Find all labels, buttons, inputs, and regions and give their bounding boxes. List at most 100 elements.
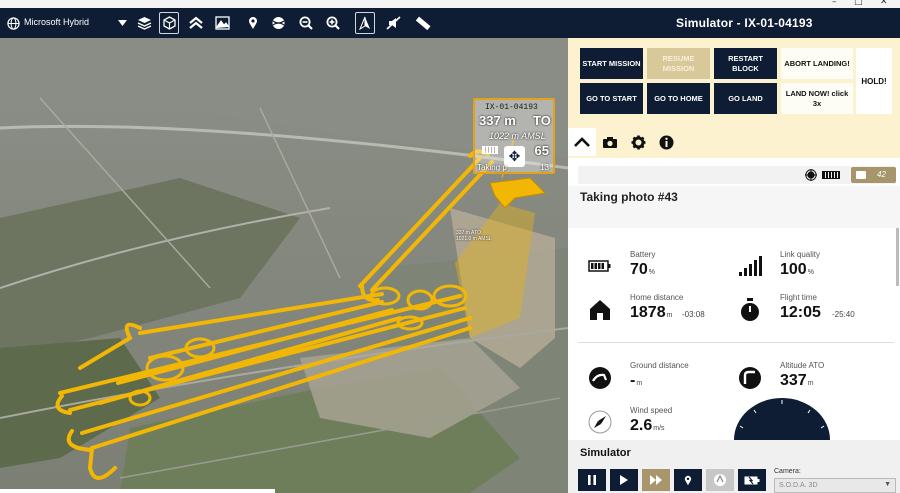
move-icon[interactable]: ✥ <box>504 146 525 167</box>
home-distance-value: 1878m <box>630 304 672 322</box>
start-mission-button[interactable]: START MISSION <box>580 48 643 79</box>
chevron-up-icon <box>574 137 590 147</box>
home-distance-unit: m <box>666 312 673 319</box>
gear-icon <box>631 135 645 149</box>
battery-icon <box>482 146 498 154</box>
camera-select-value: S.O.D.A. 3D <box>779 482 818 489</box>
compass-icon[interactable] <box>355 12 375 34</box>
link-number: 100 <box>780 261 807 278</box>
go-to-home-button[interactable]: GO TO HOME <box>647 83 710 114</box>
map-layer-name[interactable]: Microsoft Hybrid <box>24 17 89 27</box>
fast-forward-icon <box>650 475 662 485</box>
camera-select[interactable]: S.O.D.A. 3D ▼ <box>774 478 896 493</box>
drone-photo-num: 13 <box>540 163 549 172</box>
terrain-icon[interactable] <box>212 12 232 34</box>
camera-tab[interactable] <box>596 128 624 156</box>
photo-status-text: Taking photo #43 <box>580 190 678 204</box>
battery-small-icon <box>822 171 840 179</box>
home-icon <box>586 296 614 324</box>
pin-icon <box>684 475 692 485</box>
zoom-out-icon[interactable] <box>296 12 316 34</box>
altitude-icon <box>736 364 764 392</box>
info-tab[interactable] <box>652 128 680 156</box>
ruler-icon[interactable] <box>413 12 433 34</box>
section-divider <box>578 342 894 343</box>
minimize-icon[interactable]: – <box>832 0 837 7</box>
play-button[interactable] <box>610 469 638 491</box>
camera-label: Camera: <box>774 468 801 475</box>
flight-time-label: Flight time <box>780 293 817 302</box>
map-view[interactable]: IX-01-04193 337 m TO 1022 m AMSL ✥ 65 Ta… <box>0 38 568 493</box>
chevron-down-icon: ▼ <box>884 481 891 488</box>
3d-cube-icon[interactable] <box>159 12 179 34</box>
dropdown-icon[interactable] <box>112 12 132 34</box>
drone-big-value: 65 <box>534 143 549 158</box>
go-to-start-button[interactable]: GO TO START <box>580 83 643 114</box>
map-bottom-strip <box>0 489 275 493</box>
ground-distance-label: Ground distance <box>630 361 689 370</box>
marker-label-line2: 1021.0 m AMSL <box>456 236 492 242</box>
home-distance-label: Home distance <box>630 293 684 302</box>
scrollbar[interactable] <box>896 228 899 286</box>
camera-icon <box>603 136 617 148</box>
fast-forward-button[interactable] <box>642 469 670 491</box>
satellite-icon[interactable] <box>268 12 288 34</box>
chevron-up-icon[interactable] <box>186 12 206 34</box>
marker-label: 337 m ATO 1021.0 m AMSL <box>456 230 504 242</box>
restart-block-button[interactable]: RESTART BLOCK <box>714 48 777 79</box>
map-toolbar: Microsoft Hybrid <box>0 8 568 38</box>
status-bar <box>578 166 896 184</box>
drone-taking-text: Taking p <box>477 163 507 172</box>
battery-unit: % <box>648 269 656 276</box>
stopwatch-icon <box>736 296 764 324</box>
simulator-title: Simulator <box>580 447 631 459</box>
home-distance-eta: -03:08 <box>682 310 705 319</box>
go-land-button[interactable]: GO LAND <box>714 83 777 114</box>
photo-count: 42 <box>877 170 886 179</box>
ground-distance-number: - <box>630 372 636 389</box>
pin-icon[interactable] <box>243 12 263 34</box>
drone-ato-tag: TO <box>533 113 551 128</box>
window-title: Simulator - IX-01-04193 <box>676 16 813 30</box>
drone-info-card[interactable]: IX-01-04193 337 m TO 1022 m AMSL ✥ 65 Ta… <box>473 98 555 174</box>
altitude-value: 337m <box>780 372 814 390</box>
battery-icon <box>586 252 614 280</box>
title-bar: Simulator - IX-01-04193 <box>568 8 900 38</box>
ground-distance-unit: m <box>636 380 643 387</box>
sim-pin-button[interactable] <box>674 469 702 491</box>
mute-icon[interactable] <box>383 12 403 34</box>
link-label: Link quality <box>780 250 821 259</box>
flight-tab[interactable] <box>568 128 596 156</box>
ground-distance-value: -m <box>630 372 642 390</box>
camera-small-icon <box>856 171 866 179</box>
wind-compass-icon <box>586 408 614 436</box>
control-panel: START MISSION RESUME MISSION RESTART BLO… <box>568 38 900 493</box>
settings-tab[interactable] <box>624 128 652 156</box>
globe-icon[interactable] <box>3 12 23 34</box>
resume-mission-button[interactable]: RESUME MISSION <box>647 48 710 79</box>
sim-wind-button[interactable] <box>706 469 734 491</box>
play-icon <box>620 475 628 485</box>
flight-time-value: 12:05 <box>780 304 821 321</box>
link-value: 100% <box>780 261 814 279</box>
land-now-button[interactable]: LAND NOW! click 3x <box>781 83 853 114</box>
altitude-number: 337 <box>780 372 807 389</box>
layers-icon[interactable] <box>134 12 154 34</box>
sim-battery-button[interactable] <box>738 469 766 491</box>
hold-button[interactable]: HOLD! <box>856 48 892 114</box>
drone-msl: 1022 m AMSL <box>489 131 546 141</box>
signal-icon <box>736 252 764 280</box>
close-icon[interactable]: ✕ <box>880 0 888 7</box>
pause-button[interactable] <box>578 469 606 491</box>
zoom-in-icon[interactable] <box>323 12 343 34</box>
window-frame: – □ ✕ <box>0 0 900 8</box>
photo-count-badge[interactable]: 42 <box>851 167 896 183</box>
gps-icon <box>805 169 817 181</box>
abort-landing-button[interactable]: ABORT LANDING! <box>781 48 853 79</box>
maximize-icon[interactable]: □ <box>854 0 863 7</box>
drone-id: IX-01-04193 <box>485 103 538 112</box>
attitude-indicator <box>734 398 830 440</box>
info-icon <box>659 135 673 149</box>
battery-charge-icon <box>744 476 760 484</box>
flight-time-remaining: -25:40 <box>832 310 855 319</box>
